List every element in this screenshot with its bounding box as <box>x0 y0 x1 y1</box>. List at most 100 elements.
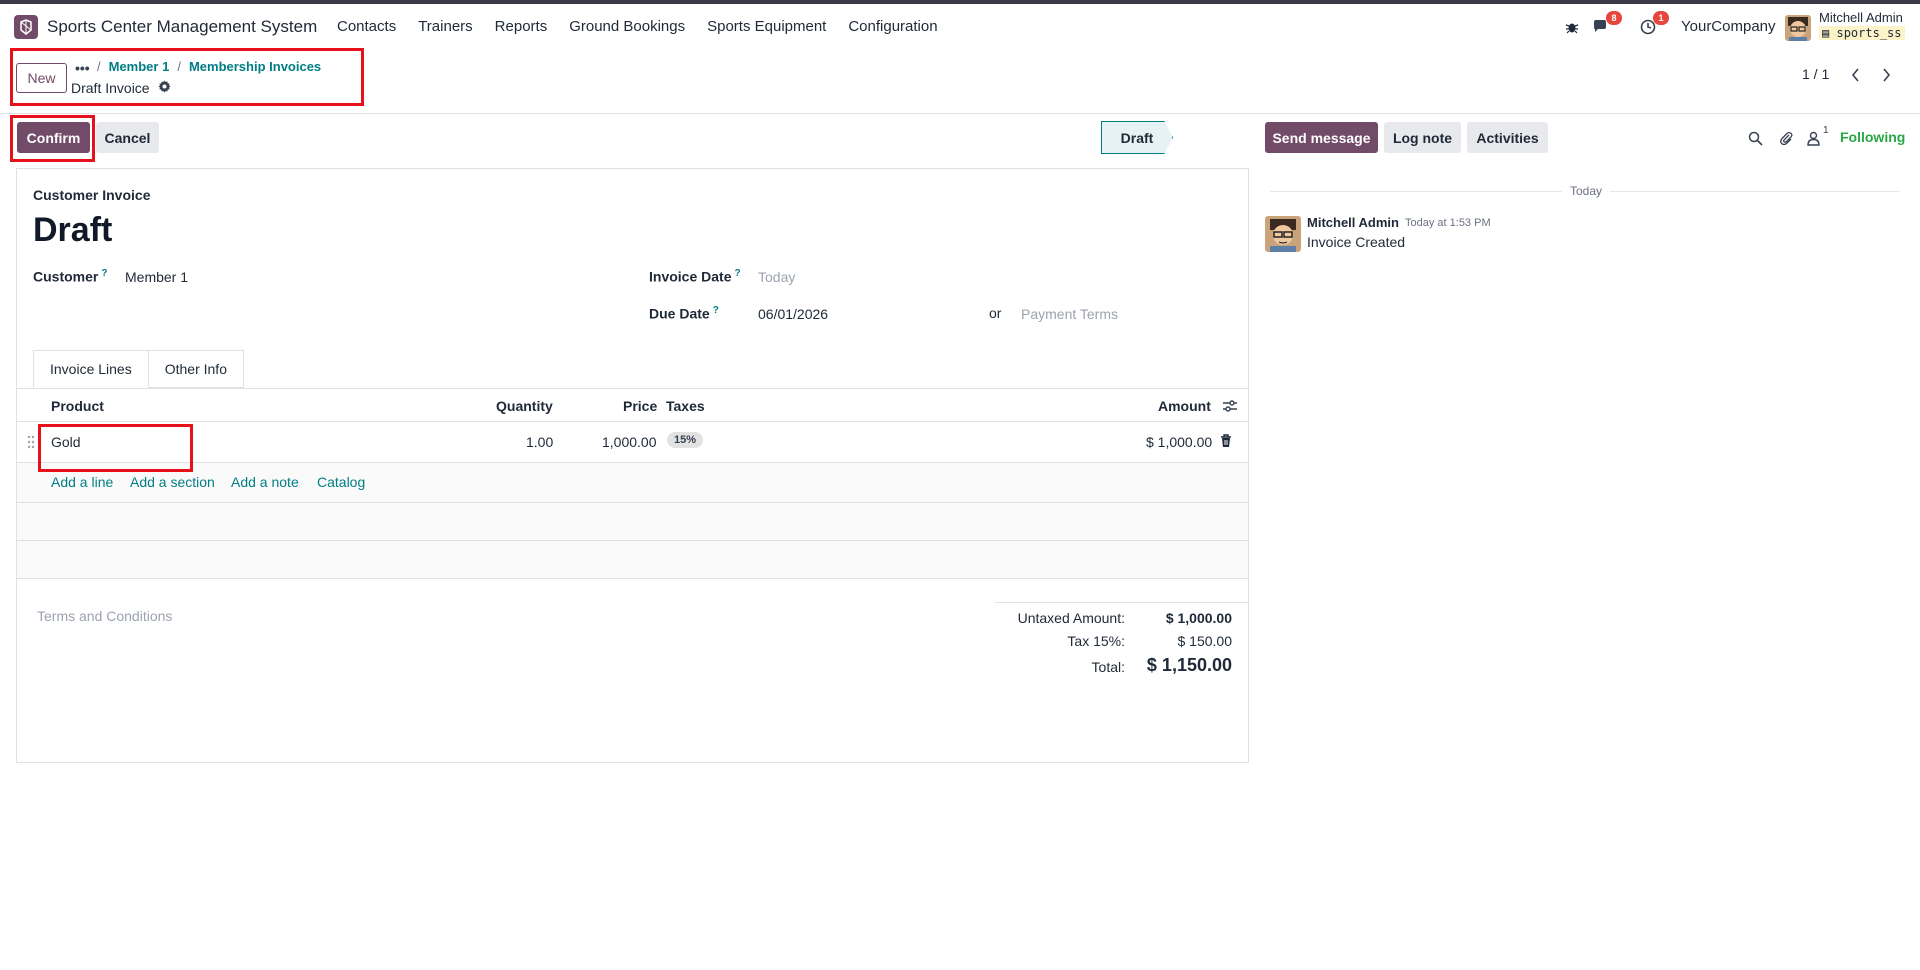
customer-field[interactable]: Member 1 <box>125 269 188 285</box>
cancel-button[interactable]: Cancel <box>96 122 159 153</box>
column-taxes[interactable]: Taxes <box>666 398 705 414</box>
table-row[interactable]: Gold 1.00 1,000.00 15% $ 1,000.00 <box>17 422 1248 463</box>
line-product[interactable]: Gold <box>51 434 81 450</box>
followers-count: 1 <box>1823 125 1829 136</box>
help-tooltip-icon[interactable]: ? <box>713 305 719 316</box>
help-tooltip-icon[interactable]: ? <box>734 268 740 279</box>
stage-draft[interactable]: Draft <box>1101 121 1173 154</box>
empty-row <box>17 541 1248 579</box>
message-author[interactable]: Mitchell Admin <box>1307 215 1399 230</box>
messages-badge: 8 <box>1606 11 1622 25</box>
invoice-lines-header: Product Quantity Price Taxes Amount <box>17 389 1248 422</box>
activities-button[interactable]: Activities <box>1467 122 1548 153</box>
add-line-link[interactable]: Add a line <box>51 474 113 490</box>
menu-trainers[interactable]: Trainers <box>418 18 472 35</box>
activities-clock-icon[interactable]: 1 <box>1637 11 1669 37</box>
breadcrumb-member[interactable]: Member 1 <box>109 59 170 74</box>
untaxed-amount-label: Untaxed Amount: <box>1017 610 1125 626</box>
pager-value[interactable]: 1 / 1 <box>1802 66 1829 82</box>
invoice-form-sheet: Customer Invoice Draft Customer? Member … <box>16 168 1249 763</box>
menu-contacts[interactable]: Contacts <box>337 18 396 35</box>
or-label: or <box>989 305 1002 321</box>
line-amount: $ 1,000.00 <box>1146 434 1213 450</box>
database-icon: ▤ <box>1822 26 1830 40</box>
app-name[interactable]: Sports Center Management System <box>47 17 317 37</box>
column-price[interactable]: Price <box>623 398 657 414</box>
paperclip-icon[interactable] <box>1777 129 1795 147</box>
add-note-link[interactable]: Add a note <box>231 474 299 490</box>
invoice-date-label: Invoice Date? <box>649 268 741 285</box>
optional-columns-icon[interactable] <box>1223 399 1237 415</box>
debug-bug-icon[interactable] <box>1561 17 1583 37</box>
message-body: Invoice Created <box>1307 234 1406 250</box>
stage-posted[interactable]: Posted <box>1163 121 1248 154</box>
move-type-label: Customer Invoice <box>33 187 151 203</box>
menu-sports-equipment[interactable]: Sports Equipment <box>707 18 826 35</box>
confirm-button[interactable]: Confirm <box>17 122 90 153</box>
following-button[interactable]: Following <box>1840 129 1905 145</box>
breadcrumb-separator: / <box>97 59 101 74</box>
tab-invoice-lines[interactable]: Invoice Lines <box>33 350 149 388</box>
tab-other-info[interactable]: Other Info <box>148 350 244 388</box>
add-section-link[interactable]: Add a section <box>130 474 215 490</box>
breadcrumb-ellipsis-icon[interactable]: ••• <box>75 60 90 76</box>
notebook-tabs: Invoice Lines Other Info <box>33 350 244 388</box>
user-name[interactable]: Mitchell Admin <box>1819 10 1903 25</box>
gear-icon[interactable] <box>158 80 171 96</box>
trash-icon[interactable] <box>1220 434 1232 451</box>
user-avatar[interactable] <box>1785 15 1811 41</box>
activities-badge: 1 <box>1653 11 1669 25</box>
record-title: Draft Invoice <box>71 80 171 96</box>
due-date-field[interactable]: 06/01/2026 <box>758 306 828 322</box>
empty-row <box>17 503 1248 541</box>
total-value: $ 1,150.00 <box>1146 655 1232 675</box>
payment-terms-field[interactable]: Payment Terms <box>1021 306 1118 322</box>
tax-label: Tax 15%: <box>1067 633 1125 649</box>
menu-configuration[interactable]: Configuration <box>848 18 937 35</box>
catalog-link[interactable]: Catalog <box>317 474 365 490</box>
line-price[interactable]: 1,000.00 <box>602 434 657 450</box>
control-panel: New ••• / Member 1 / Membership Invoices… <box>0 50 1920 114</box>
date-separator: Today <box>1562 184 1611 198</box>
breadcrumb-membership-invoices[interactable]: Membership Invoices <box>189 59 321 74</box>
pager-next-icon[interactable] <box>1873 62 1899 88</box>
company-switcher[interactable]: YourCompany <box>1681 18 1776 35</box>
followers-icon[interactable] <box>1804 129 1822 147</box>
menu-reports[interactable]: Reports <box>495 18 548 35</box>
new-button[interactable]: New <box>16 63 67 93</box>
untaxed-amount-value: $ 1,000.00 <box>1165 610 1232 626</box>
main-navbar: Sports Center Management System Contacts… <box>0 4 1920 50</box>
send-message-button[interactable]: Send message <box>1265 122 1378 153</box>
totals-divider <box>995 602 1248 603</box>
message-time: Today at 1:53 PM <box>1405 217 1491 229</box>
log-note-button[interactable]: Log note <box>1384 122 1461 153</box>
column-quantity[interactable]: Quantity <box>496 398 553 414</box>
total-label: Total: <box>1091 659 1125 675</box>
record-title-text: Draft Invoice <box>71 80 150 96</box>
line-tax-badge[interactable]: 15% <box>667 432 704 448</box>
main-menu: Contacts Trainers Reports Ground Booking… <box>337 18 960 35</box>
database-name: ▤ sports_ss <box>1819 26 1905 40</box>
search-icon[interactable] <box>1746 129 1764 147</box>
pager-previous-icon[interactable] <box>1843 62 1869 88</box>
database-label: sports_ss <box>1836 26 1902 40</box>
invoice-date-label-text: Invoice Date <box>649 268 732 285</box>
column-amount[interactable]: Amount <box>1158 398 1211 414</box>
column-product[interactable]: Product <box>51 398 104 414</box>
message-author-avatar[interactable] <box>1265 216 1301 252</box>
customer-label: Customer? <box>33 268 107 285</box>
invoice-state-title: Draft <box>33 211 113 249</box>
app-menu-icon[interactable] <box>14 15 38 39</box>
terms-and-conditions-field[interactable]: Terms and Conditions <box>37 608 172 624</box>
menu-ground-bookings[interactable]: Ground Bookings <box>569 18 685 35</box>
drag-handle-icon[interactable] <box>27 435 35 452</box>
form-statusbar: Confirm Cancel Draft Posted <box>0 114 1250 162</box>
invoice-date-field[interactable]: Today <box>758 269 795 285</box>
help-tooltip-icon[interactable]: ? <box>101 268 107 279</box>
tax-value: $ 150.00 <box>1177 633 1233 649</box>
line-quantity[interactable]: 1.00 <box>526 434 553 450</box>
add-line-row: Add a line Add a section Add a note Cata… <box>17 463 1248 503</box>
due-date-label: Due Date? <box>649 305 719 322</box>
messages-icon[interactable]: 8 <box>1590 11 1622 37</box>
breadcrumb-separator: / <box>177 59 181 74</box>
